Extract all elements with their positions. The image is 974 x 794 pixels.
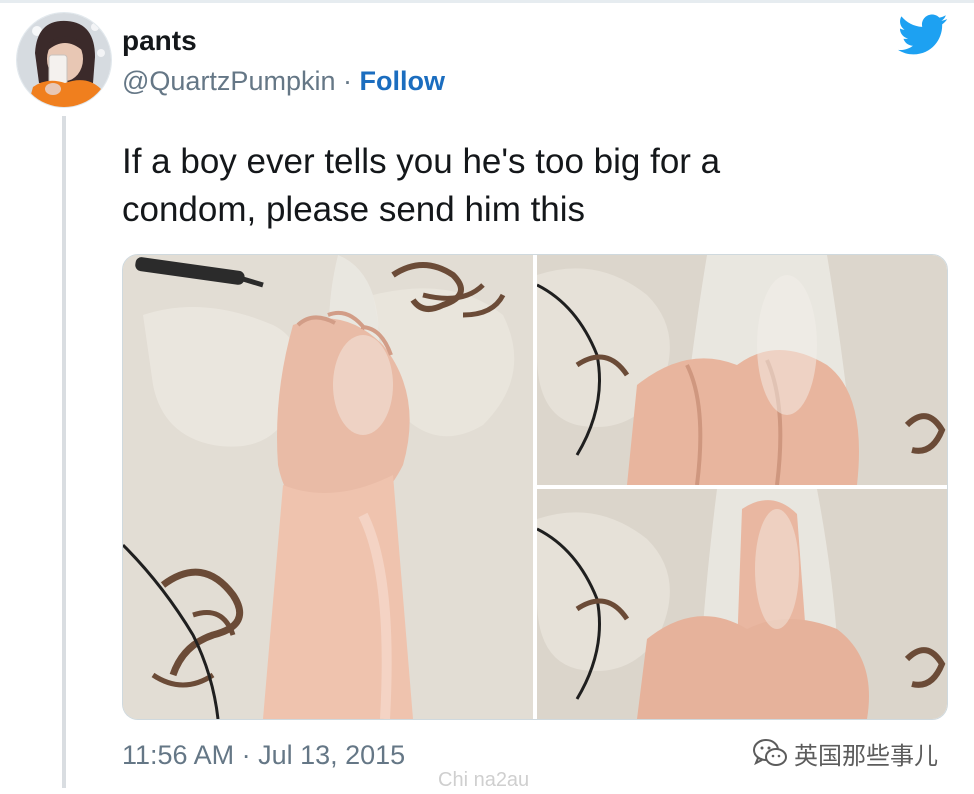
thread-line [62, 116, 66, 788]
twitter-bird-icon[interactable] [898, 14, 948, 56]
author-handle[interactable]: @QuartzPumpkin [122, 66, 335, 96]
wechat-account-name: 英国那些事儿 [794, 742, 938, 770]
avatar-image [17, 13, 111, 107]
follow-button[interactable]: Follow [360, 66, 445, 96]
tweet-timestamp[interactable]: 11:56 AM · Jul 13, 2015 [122, 738, 405, 772]
site-watermark: Chi na2au [438, 769, 530, 791]
tweet-text: If a boy ever tells you he's too big for… [122, 138, 922, 234]
author-handle-row: @QuartzPumpkin · Follow [122, 64, 445, 98]
top-divider [0, 0, 974, 3]
tweet-text-line: condom, please send him this [122, 190, 586, 229]
photo-middle-finger[interactable] [537, 489, 947, 719]
handle-separator: · [343, 66, 352, 96]
tweet-embed: pants @QuartzPumpkin · Follow If a boy e… [0, 0, 974, 794]
media-grid [122, 254, 948, 720]
photo-fist-in-condom[interactable] [123, 255, 533, 719]
wechat-icon [753, 739, 787, 766]
avatar[interactable] [16, 12, 112, 108]
photo-knuckles-closeup[interactable] [537, 255, 947, 485]
author-display-name[interactable]: pants [122, 24, 197, 58]
wechat-watermark: 英国那些事儿 [752, 735, 938, 771]
tweet-text-line: If a boy ever tells you he's too big for… [122, 142, 721, 181]
